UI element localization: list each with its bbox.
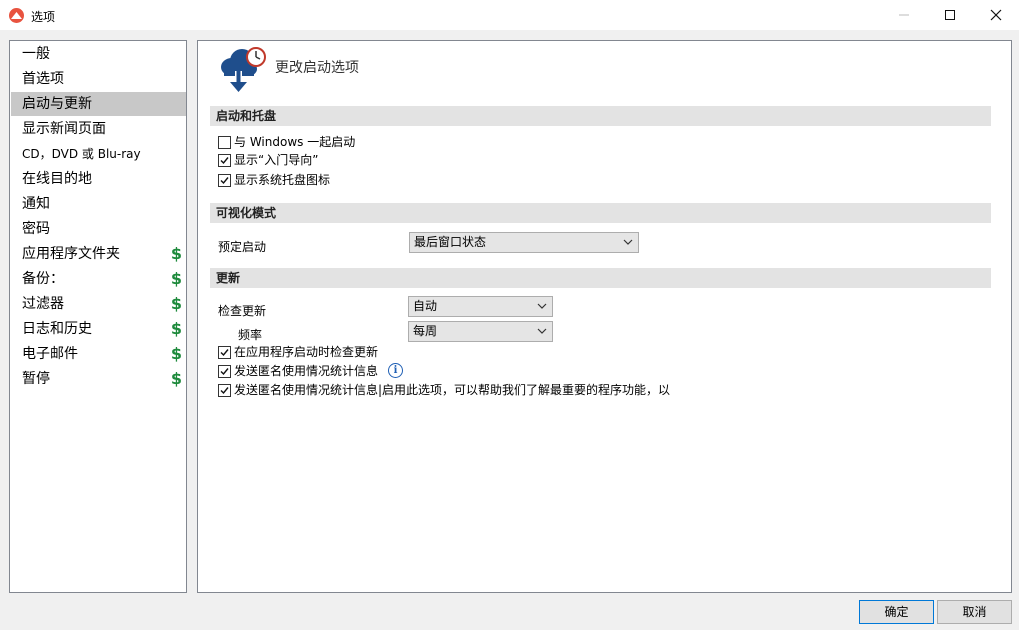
chevron-down-icon	[623, 239, 633, 245]
info-icon[interactable]: i	[388, 363, 403, 378]
ok-button[interactable]: 确定	[859, 600, 934, 624]
default-start-select[interactable]: 最后窗口状态	[409, 232, 639, 253]
section-header-startup-tray: 启动和托盘	[210, 106, 991, 126]
minimize-icon	[899, 14, 909, 16]
nav-item-label: 启动与更新	[22, 96, 92, 112]
nav-item-label: 日志和历史	[22, 321, 92, 337]
close-button[interactable]	[973, 0, 1019, 30]
nav-item-news-page[interactable]: 显示新闻页面	[11, 117, 186, 141]
nav-item-label: 电子邮件	[22, 346, 78, 362]
default-start-label: 预定启动	[218, 240, 267, 254]
maximize-button[interactable]	[927, 0, 973, 30]
window-title: 选项	[31, 10, 56, 24]
checkbox-label: 与 Windows 一起启动	[234, 135, 356, 149]
nav-item-label: 首选项	[22, 71, 64, 87]
checkmark-icon	[220, 387, 229, 395]
frequency-select[interactable]: 每周	[408, 321, 553, 342]
close-icon	[990, 9, 1002, 21]
section-header-update: 更新	[210, 268, 991, 288]
nav-item-app-folders[interactable]: 应用程序文件夹 $	[11, 242, 186, 266]
nav-item-email[interactable]: 电子邮件 $	[11, 342, 186, 366]
nav-item-label: 通知	[22, 196, 50, 212]
nav-item-label: 在线目的地	[22, 171, 92, 187]
checkbox-label: 显示系统托盘图标	[234, 173, 331, 187]
nav-item-filters[interactable]: 过滤器 $	[11, 292, 186, 316]
nav-item-label: 密码	[22, 221, 50, 237]
select-value: 每周	[413, 324, 438, 338]
checkbox-label: 显示“入门导向”	[234, 153, 319, 167]
dollar-icon: $	[170, 294, 182, 313]
nav-item-pause[interactable]: 暂停 $	[11, 367, 186, 391]
select-value: 自动	[413, 299, 438, 313]
section-header-visual-mode: 可视化模式	[210, 203, 991, 223]
nav-item-label: 过滤器	[22, 296, 64, 312]
nav-item-label: 备份：	[22, 271, 64, 287]
dollar-icon: $	[170, 344, 182, 363]
checkbox-label: 发送匿名使用情况统计信息	[234, 364, 379, 378]
checkmark-icon	[220, 349, 229, 357]
checkbox-box[interactable]	[218, 174, 231, 187]
options-nav-list: 一般 首选项 启动与更新 显示新闻页面 CD，DVD 或 Blu-ray 在线目…	[9, 40, 187, 593]
app-logo-icon	[9, 8, 24, 23]
options-content-panel: 更改启动选项 启动和托盘 与 Windows 一起启动 显示“入门导向” 显示系…	[197, 40, 1012, 593]
checkbox-label: 发送匿名使用情况统计信息|启用此选项，可以帮助我们了解最重要的程序功能，以	[234, 383, 671, 397]
dollar-icon: $	[170, 244, 182, 263]
nav-item-logs-history[interactable]: 日志和历史 $	[11, 317, 186, 341]
nav-item-passwords[interactable]: 密码	[11, 217, 186, 241]
dollar-icon: $	[170, 269, 182, 288]
checkmark-icon	[220, 177, 229, 185]
minimize-button[interactable]	[881, 0, 927, 30]
check-update-label: 检查更新	[218, 304, 267, 318]
nav-item-label: 显示新闻页面	[22, 121, 106, 137]
checkbox-box[interactable]	[218, 346, 231, 359]
cloud-update-clock-icon	[221, 47, 266, 92]
nav-item-online-destinations[interactable]: 在线目的地	[11, 167, 186, 191]
nav-item-startup-update[interactable]: 启动与更新	[11, 92, 186, 116]
nav-item-notifications[interactable]: 通知	[11, 192, 186, 216]
dollar-icon: $	[170, 369, 182, 388]
checkmark-icon	[220, 157, 229, 165]
checkbox-box[interactable]	[218, 154, 231, 167]
checkbox-box[interactable]	[218, 365, 231, 378]
checkbox-box[interactable]	[218, 136, 231, 149]
nav-item-label: 一般	[22, 46, 50, 62]
checkbox-label: 在应用程序启动时检查更新	[234, 345, 379, 359]
dollar-icon: $	[170, 319, 182, 338]
nav-item-label: 暂停	[22, 371, 50, 387]
checkbox-box[interactable]	[218, 384, 231, 397]
nav-item-general[interactable]: 一般	[11, 42, 186, 66]
page-title: 更改启动选项	[275, 60, 359, 76]
check-update-select[interactable]: 自动	[408, 296, 553, 317]
title-bar: 选项	[0, 0, 1019, 30]
chevron-down-icon	[537, 303, 547, 309]
nav-item-cd-dvd-bluray[interactable]: CD，DVD 或 Blu-ray	[11, 142, 186, 166]
checkmark-icon	[220, 368, 229, 376]
nav-item-label: CD，DVD 或 Blu-ray	[22, 147, 141, 161]
frequency-label: 频率	[238, 328, 263, 342]
nav-item-preferences[interactable]: 首选项	[11, 67, 186, 91]
nav-item-label: 应用程序文件夹	[22, 246, 120, 262]
chevron-down-icon	[537, 328, 547, 334]
select-value: 最后窗口状态	[414, 235, 487, 249]
nav-item-backup[interactable]: 备份： $	[11, 267, 186, 291]
maximize-icon	[945, 10, 955, 20]
cancel-button[interactable]: 取消	[937, 600, 1012, 624]
